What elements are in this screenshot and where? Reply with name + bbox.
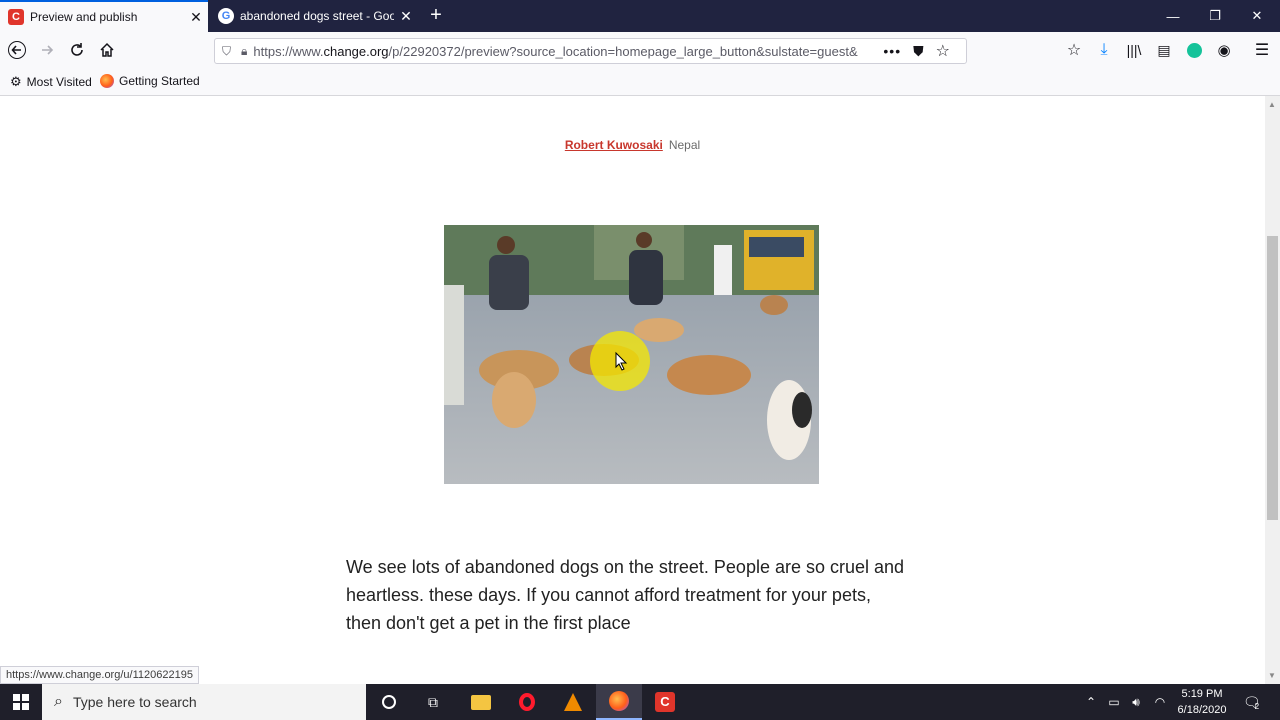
firefox-icon xyxy=(100,74,114,88)
wifi-icon[interactable]: ◠ xyxy=(1150,684,1170,720)
opera-button[interactable] xyxy=(504,684,550,720)
battery-icon[interactable]: ▭ xyxy=(1104,684,1124,720)
scrollbar-thumb[interactable] xyxy=(1267,236,1278,520)
google-icon: G xyxy=(218,8,234,24)
tab-abandoned-dogs-street[interactable]: G abandoned dogs street - Goog ✕ xyxy=(210,0,418,32)
street-dogs-image xyxy=(444,225,819,484)
search-icon: ⌕ xyxy=(54,693,63,710)
clock-date: 6/18/2020 xyxy=(1177,704,1227,716)
tab-preview-and-publish[interactable]: C Preview and publish ✕ xyxy=(0,0,208,32)
tab-strip: C Preview and publish ✕ G abandoned dogs… xyxy=(0,0,1280,32)
library-icon: |||\ xyxy=(1126,42,1142,58)
restore-button[interactable]: ❐ xyxy=(1194,0,1236,32)
lock-icon[interactable]: 🔒︎ xyxy=(241,44,247,59)
petition-photo xyxy=(444,225,819,484)
clock-time: 5:19 PM xyxy=(1181,688,1223,700)
gear-icon: ⚙ xyxy=(10,74,22,89)
file-explorer-button[interactable] xyxy=(458,684,504,720)
change-org-taskbar-button[interactable]: C xyxy=(642,684,688,720)
vlc-button[interactable] xyxy=(550,684,596,720)
download-icon: ⤓ xyxy=(1100,41,1108,58)
cortana-icon xyxy=(382,695,396,709)
sidebar-button[interactable]: ▤ xyxy=(1150,36,1178,64)
page-content: Robert Kuwosaki Nepal We see lots of aba… xyxy=(0,96,1265,684)
bookmark-label: Most Visited xyxy=(26,75,92,89)
home-button[interactable] xyxy=(93,36,121,64)
notification-count: 2 xyxy=(1254,701,1260,711)
close-tab-icon[interactable]: ✕ xyxy=(184,9,208,26)
bookmark-star-icon[interactable]: ☆ xyxy=(936,41,950,61)
start-button[interactable] xyxy=(0,684,42,720)
star-list-icon: ☆ xyxy=(1066,42,1082,59)
pocket-icon[interactable]: ⛊ xyxy=(913,43,924,60)
task-view-button[interactable]: ⧉ xyxy=(410,684,456,720)
menu-button[interactable]: ☰ xyxy=(1248,36,1276,64)
library-button[interactable]: |||\ xyxy=(1120,36,1148,64)
back-button[interactable] xyxy=(3,36,31,64)
close-tab-icon[interactable]: ✕ xyxy=(394,8,418,25)
author-location: Nepal xyxy=(668,138,701,152)
windows-taskbar: ⌕ Type here to search ⧉ C ⌃ ▭ 🔊︎ ◠ 5:19 … xyxy=(0,684,1280,720)
back-arrow-icon xyxy=(8,41,26,59)
change-org-icon: C xyxy=(655,692,675,712)
cortana-button[interactable] xyxy=(366,684,412,720)
reload-button[interactable] xyxy=(63,36,91,64)
petition-body-text: We see lots of abandoned dogs on the str… xyxy=(346,557,905,633)
firefox-taskbar-button[interactable] xyxy=(596,684,642,720)
url-bar[interactable]: ⛉ 🔒︎ https://www.change.org/p/22920372/p… xyxy=(214,38,967,64)
author-link[interactable]: Robert Kuwosaki xyxy=(565,138,663,152)
minimize-button[interactable]: — xyxy=(1152,0,1194,32)
scroll-down-icon[interactable]: ▼ xyxy=(1268,671,1276,680)
search-placeholder: Type here to search xyxy=(72,694,197,710)
grammarly-icon xyxy=(1186,42,1202,58)
windows-icon xyxy=(13,694,29,710)
grammarly-button[interactable] xyxy=(1180,36,1208,64)
bookmark-most-visited[interactable]: ⚙ Most Visited xyxy=(10,74,92,90)
shield-icon[interactable]: ⛉ xyxy=(222,44,231,59)
account-button[interactable]: ◉ xyxy=(1210,36,1238,64)
tab-title: abandoned dogs street - Goog xyxy=(240,9,394,23)
bookmarks-toolbar: ⚙ Most Visited Getting Started xyxy=(0,68,1280,96)
status-link-preview: https://www.change.org/u/1120622195 xyxy=(0,666,199,684)
taskbar-clock[interactable]: 5:19 PM 6/18/2020 xyxy=(1172,686,1232,718)
forward-arrow-icon xyxy=(42,45,54,55)
url-text[interactable]: https://www.change.org/p/22920372/previe… xyxy=(253,44,873,59)
scroll-up-icon[interactable]: ▲ xyxy=(1268,100,1276,109)
bookmark-getting-started[interactable]: Getting Started xyxy=(100,74,200,88)
bookmark-label: Getting Started xyxy=(119,74,200,88)
volume-icon[interactable]: 🔊︎ xyxy=(1126,684,1146,720)
change-org-icon: C xyxy=(8,9,24,25)
home-icon xyxy=(100,42,114,57)
task-view-icon: ⧉ xyxy=(428,693,438,710)
new-tab-button[interactable]: + xyxy=(422,0,450,32)
close-window-button[interactable]: ✕ xyxy=(1236,0,1278,32)
page-scrollbar[interactable]: ▲ ▼ xyxy=(1265,96,1280,684)
vlc-icon xyxy=(564,693,582,711)
taskbar-search[interactable]: ⌕ Type here to search xyxy=(42,684,366,720)
downloads-button[interactable]: ⤓ xyxy=(1090,36,1118,64)
hamburger-icon: ☰ xyxy=(1254,42,1270,59)
notification-center-button[interactable]: 🗨︎ 2 xyxy=(1238,684,1264,720)
bookmarks-star-button[interactable]: ☆ xyxy=(1060,36,1088,64)
tray-overflow-icon[interactable]: ⌃ xyxy=(1082,684,1100,720)
sidebar-icon: ▤ xyxy=(1157,41,1171,58)
tab-title: Preview and publish xyxy=(30,10,138,24)
page-actions-icon[interactable]: ••• xyxy=(883,43,901,59)
reload-icon xyxy=(71,43,83,56)
firefox-icon xyxy=(609,691,629,711)
folder-icon xyxy=(471,694,491,710)
byline: Robert Kuwosaki Nepal xyxy=(0,138,1265,152)
forward-button[interactable] xyxy=(33,36,61,64)
account-icon: ◉ xyxy=(1217,42,1231,59)
opera-icon xyxy=(519,693,535,711)
